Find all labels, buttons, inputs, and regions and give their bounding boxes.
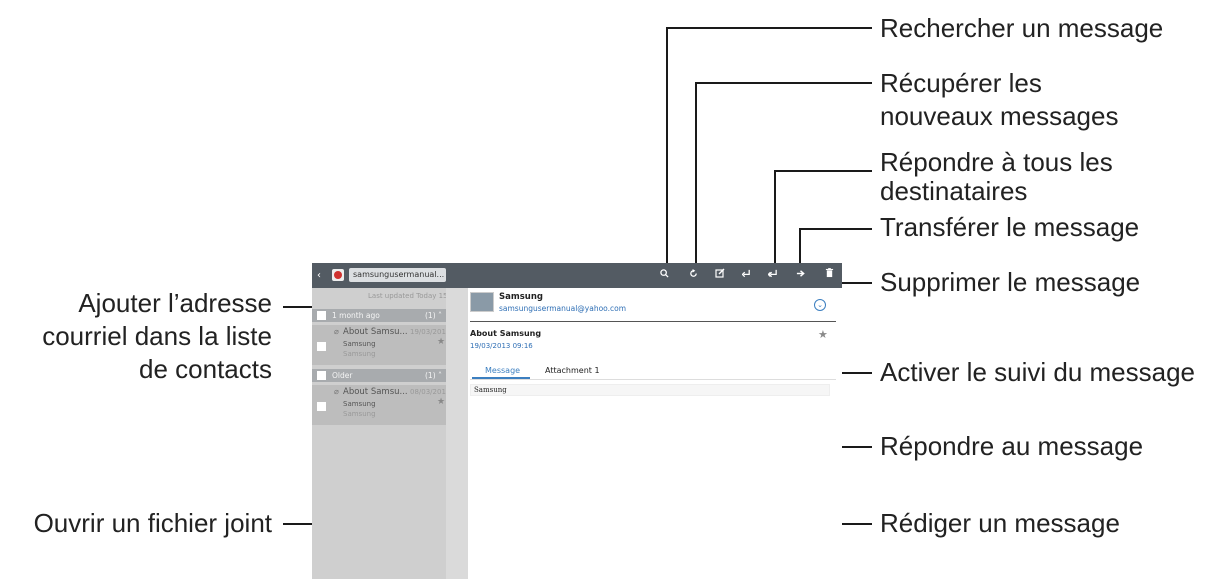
attachment-icon: ⌀ [334, 387, 339, 396]
email-app-icon [332, 269, 344, 281]
sender-name: Samsung [499, 292, 543, 302]
label-delete: Supprimer le message [880, 267, 1141, 297]
star-icon[interactable]: ★ [437, 337, 445, 347]
star-icon[interactable]: ★ [437, 397, 445, 407]
compose-icon[interactable] [715, 263, 725, 288]
list-item[interactable]: ⌀ About Samsu... 08/03/2013 Samsung Sams… [312, 385, 450, 425]
email-app-screen: ‹ samsungusermanual... Last updated Toda… [312, 263, 842, 579]
avatar[interactable] [470, 292, 494, 312]
label-search: Rechercher un message [880, 13, 1164, 43]
label-reply-all-line2: destinataires [880, 176, 1028, 206]
message-subject: About Samsu... [343, 387, 408, 397]
callout-line [774, 170, 776, 270]
label-add-contact-line3: de contacts [139, 354, 272, 384]
callout-line [666, 27, 872, 29]
message-subject: About Samsu... [343, 327, 408, 337]
callout-line [838, 282, 872, 284]
label-refresh-line2: nouveaux messages [880, 101, 1119, 131]
label-flag: Activer le suivi du message [880, 357, 1196, 387]
label-reply-all: Répondre à tous les destinataires [880, 146, 1113, 208]
message-reader: Samsung samsungusermanual@yahoo.com ⌄ Ab… [468, 288, 842, 579]
message-datetime: 19/03/2013 09:16 [470, 342, 533, 350]
expand-icon[interactable]: ⌄ [814, 299, 826, 311]
callout-line [774, 170, 872, 172]
back-icon[interactable]: ‹ [317, 263, 321, 288]
refresh-icon[interactable] [689, 263, 698, 288]
callout-line [695, 82, 697, 270]
label-refresh-line1: Récupérer les [880, 68, 1042, 98]
group-header[interactable]: 1 month ago (1) ˄ [312, 309, 446, 322]
label-add-contact-line1: Ajouter l’adresse [78, 288, 272, 318]
account-name: samsungusermanual... [353, 270, 445, 279]
callout-line [666, 27, 668, 270]
message-date: 19/03/2013 [410, 328, 451, 336]
message-list: Last updated Today 15:38 1 month ago (1)… [312, 288, 459, 579]
group-title: 1 month ago [332, 311, 380, 320]
group-title: Older [332, 371, 353, 380]
label-attachment: Ouvrir un fichier joint [33, 508, 272, 538]
callout-line [695, 82, 872, 84]
group-count: (1) [425, 371, 436, 380]
label-compose: Rédiger un message [880, 508, 1120, 538]
group-checkbox[interactable] [317, 371, 326, 380]
chevron-up-icon[interactable]: ˄ [438, 369, 442, 382]
message-preview: Samsung [343, 350, 376, 358]
label-reply: Répondre au message [880, 431, 1144, 461]
search-icon[interactable] [660, 263, 669, 288]
forward-icon[interactable] [796, 263, 805, 288]
message-subject-title: About Samsung [470, 329, 542, 338]
label-forward: Transférer le message [880, 212, 1140, 242]
header-divider [470, 321, 836, 322]
delete-icon[interactable] [825, 263, 834, 288]
group-checkbox[interactable] [317, 311, 326, 320]
label-add-contact: Ajouter l’adresse courriel dans la liste… [0, 287, 272, 386]
message-sender: Samsung [343, 400, 376, 408]
message-date: 08/03/2013 [410, 388, 451, 396]
group-count: (1) [425, 311, 436, 320]
star-icon[interactable]: ★ [818, 328, 828, 341]
message-checkbox[interactable] [317, 342, 326, 351]
attachment-icon: ⌀ [334, 327, 339, 336]
message-checkbox[interactable] [317, 402, 326, 411]
account-selector[interactable]: samsungusermanual... [349, 268, 446, 282]
message-body-text: Samsung [474, 386, 507, 394]
message-preview: Samsung [343, 410, 376, 418]
tabs-divider [470, 379, 836, 380]
label-add-contact-line2: courriel dans la liste [42, 321, 272, 351]
chevron-up-icon[interactable]: ˄ [438, 309, 442, 322]
reply-all-icon[interactable] [767, 263, 778, 288]
action-bar: ‹ samsungusermanual... [312, 263, 842, 288]
tab-message[interactable]: Message [485, 366, 520, 375]
list-item[interactable]: ⌀ About Samsu... 19/03/2013 Samsung Sams… [312, 325, 450, 365]
group-header[interactable]: Older (1) ˄ [312, 369, 446, 382]
label-refresh: Récupérer les nouveaux messages [880, 67, 1118, 133]
message-sender: Samsung [343, 340, 376, 348]
tab-attachment[interactable]: Attachment 1 [545, 366, 600, 375]
reply-icon[interactable] [741, 263, 751, 288]
list-divider [446, 288, 468, 579]
callout-line [799, 228, 872, 230]
message-body: Samsung [470, 384, 830, 396]
sender-email[interactable]: samsungusermanual@yahoo.com [499, 304, 626, 313]
